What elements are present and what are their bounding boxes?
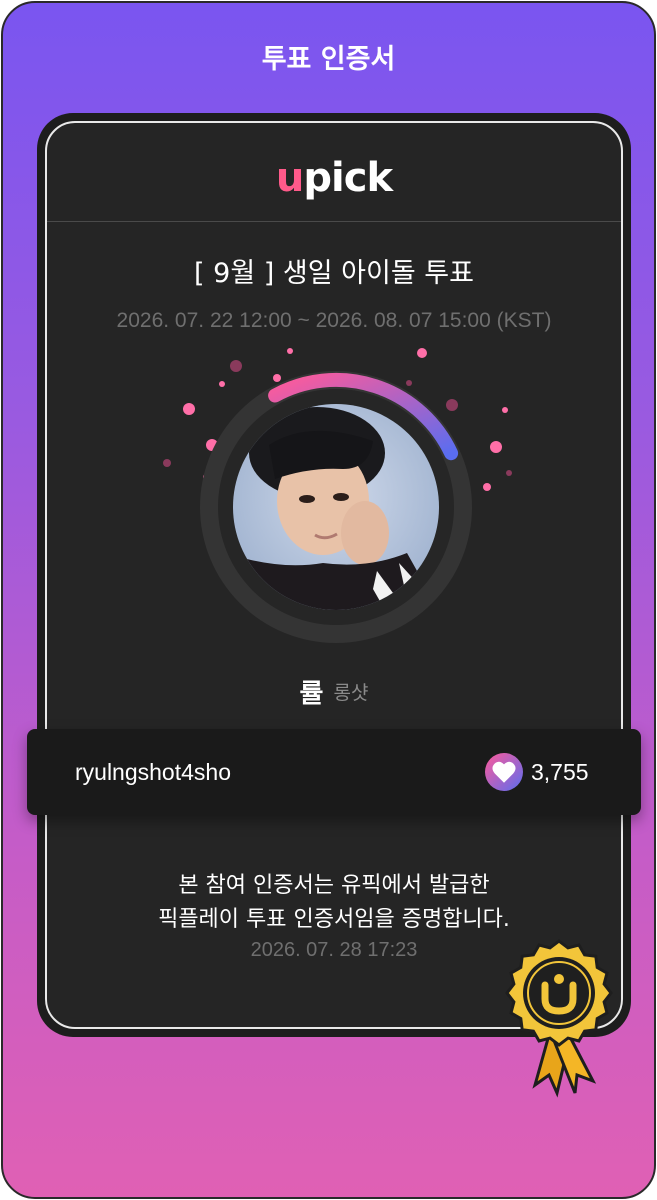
certificate-screen: 투표 인증서 upick [ 9월 ] 생일 아이돌 투표 2026. 07. …	[1, 1, 656, 1199]
voter-username: ryulngshot4sho	[75, 759, 231, 785]
candidate-name-row: 률 롱샷	[47, 673, 621, 710]
candidate-name: 률	[299, 679, 324, 709]
vote-period: 2026. 07. 22 12:00 ~ 2026. 08. 07 15:00 …	[116, 309, 552, 332]
voter-bar: ryulngshot4sho 3,755	[27, 729, 641, 815]
certificate-line-1: 본 참여 인증서는 유픽에서 발급한	[178, 873, 490, 898]
avatar-ring-track	[200, 371, 472, 643]
page-title: 투표 인증서	[261, 44, 396, 75]
certificate-line-2: 픽플레이 투표 인증서임을 증명합니다.	[158, 907, 510, 932]
divider	[47, 221, 621, 222]
certificate-card: upick [ 9월 ] 생일 아이돌 투표 2026. 07. 22 12:0…	[37, 113, 631, 1037]
vote-progress-arc	[268, 372, 459, 461]
logo-u: u	[275, 155, 305, 201]
logo-pick: pick	[303, 155, 393, 201]
confetti-dots	[163, 348, 512, 491]
vote-count: 3,755	[531, 759, 589, 785]
upick-medal-icon	[505, 939, 613, 1098]
candidate-photo	[233, 404, 439, 610]
vote-title: [ 9월 ] 생일 아이돌 투표	[194, 258, 474, 289]
heart-icon	[485, 753, 523, 791]
upick-logo: upick	[47, 155, 621, 201]
certificate-statement: 본 참여 인증서는 유픽에서 발급한 픽플레이 투표 인증서임을 증명합니다.	[47, 869, 621, 937]
candidate-group: 롱샷	[333, 682, 369, 704]
certificate-card-inner: upick [ 9월 ] 생일 아이돌 투표 2026. 07. 22 12:0…	[45, 121, 623, 1029]
